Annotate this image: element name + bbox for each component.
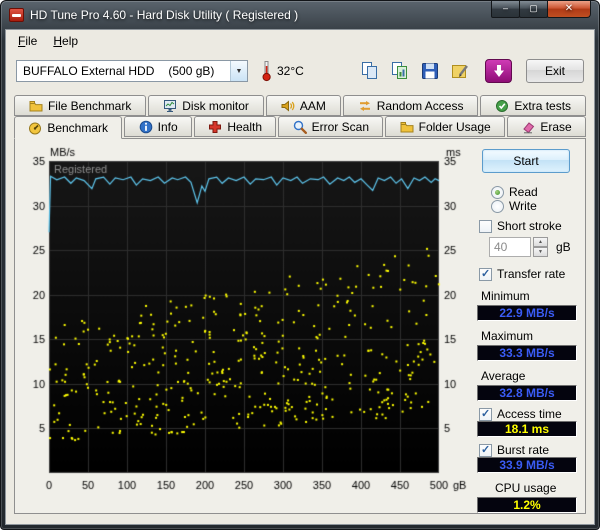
short-stroke-input[interactable] [489, 237, 531, 257]
write-radio[interactable]: Write [491, 199, 577, 213]
short-stroke-size: ▲ ▼ gB [489, 237, 577, 257]
copy-icon [360, 61, 380, 81]
transfer-rate-checkbox[interactable]: Transfer rate [479, 267, 577, 281]
drive-select[interactable]: BUFFALO External HDD (500 gB) ▼ [16, 60, 248, 82]
tab-erase[interactable]: Erase [507, 116, 586, 137]
tab-row-bottom: Benchmark Info Health [6, 116, 594, 139]
benchmark-page: Start Read Write Short stroke [14, 138, 586, 514]
edit-options-icon [450, 61, 470, 81]
burst-rate-checkbox-box[interactable] [479, 444, 492, 457]
tab-info[interactable]: Info [124, 116, 192, 137]
average-value: 32.8 MB/s [477, 385, 577, 401]
app-icon [9, 8, 24, 22]
start-button[interactable]: Start [482, 149, 570, 173]
maximum-value: 33.3 MB/s [477, 345, 577, 361]
minimize-button[interactable]: – [491, 1, 520, 18]
drive-size: (500 gB) [168, 64, 214, 78]
burst-rate-value: 33.9 MB/s [477, 457, 577, 473]
speaker-icon [281, 99, 295, 113]
menu-file[interactable]: File [10, 32, 45, 50]
folder-icon [400, 120, 414, 134]
tab-random-access[interactable]: Random Access [343, 95, 479, 116]
access-time-checkbox-box[interactable] [479, 408, 492, 421]
download-arrow-icon [492, 64, 506, 78]
client-area: File Help BUFFALO External HDD (500 gB) … [5, 29, 595, 525]
eraser-icon [521, 120, 535, 134]
close-button[interactable]: ✕ [547, 1, 591, 18]
capture-button[interactable] [485, 59, 512, 83]
thermometer-icon [260, 60, 273, 82]
tab-folder-usage[interactable]: Folder Usage [385, 116, 505, 137]
cpu-usage-label: CPU usage [495, 481, 577, 495]
monitor-icon [163, 99, 177, 113]
temperature-value: 32°C [277, 64, 304, 78]
short-stroke-unit: gB [556, 240, 571, 254]
access-time-value: 18.1 ms [477, 421, 577, 437]
short-stroke-checkbox[interactable]: Short stroke [479, 219, 577, 233]
spin-up-icon[interactable]: ▲ [533, 237, 548, 247]
minimum-value: 22.9 MB/s [477, 305, 577, 321]
temperature-indicator: 32°C [260, 60, 304, 82]
copy-image-icon [390, 61, 410, 81]
chevron-down-icon[interactable]: ▼ [230, 61, 247, 81]
tab-file-benchmark[interactable]: File Benchmark [14, 95, 146, 116]
menu-bar: File Help [6, 30, 594, 51]
extra-tests-icon [495, 99, 509, 113]
spin-down-icon[interactable]: ▼ [533, 247, 548, 257]
magnifier-icon [293, 120, 307, 134]
read-radio-circle[interactable] [491, 186, 504, 199]
tab-extra-tests[interactable]: Extra tests [480, 95, 586, 116]
toolbar-buttons [356, 59, 473, 84]
benchmark-chart [19, 145, 473, 497]
save-icon [420, 61, 440, 81]
tab-benchmark[interactable]: Benchmark [14, 116, 122, 139]
copy-button[interactable] [356, 59, 383, 84]
burst-rate-checkbox[interactable]: Burst rate [479, 443, 577, 457]
short-stroke-checkbox-box[interactable] [479, 220, 492, 233]
window-controls: – ▢ ✕ [492, 1, 591, 18]
read-radio[interactable]: Read [491, 185, 577, 199]
average-label: Average [481, 369, 577, 383]
exit-button[interactable]: Exit [526, 59, 584, 83]
info-icon [139, 120, 153, 134]
tab-row-top: File Benchmark Disk monitor AAM [6, 95, 594, 116]
minimum-label: Minimum [481, 289, 577, 303]
edit-options-button[interactable] [446, 59, 473, 84]
chart-area [15, 139, 473, 513]
random-access-icon [358, 99, 372, 113]
titlebar: HD Tune Pro 4.60 - Hard Disk Utility ( R… [1, 1, 599, 29]
tab-disk-monitor[interactable]: Disk monitor [148, 95, 264, 116]
short-stroke-spinner: ▲ ▼ [533, 237, 548, 257]
save-button[interactable] [416, 59, 443, 84]
hdtune-window: HD Tune Pro 4.60 - Hard Disk Utility ( R… [0, 0, 600, 530]
write-radio-circle[interactable] [491, 200, 504, 213]
window-title: HD Tune Pro 4.60 - Hard Disk Utility ( R… [30, 8, 298, 22]
maximum-label: Maximum [481, 329, 577, 343]
benchmark-gauge-icon [28, 121, 42, 135]
tab-error-scan[interactable]: Error Scan [278, 116, 383, 137]
drive-name: BUFFALO External HDD [23, 64, 154, 78]
menu-help[interactable]: Help [45, 32, 86, 50]
folder-chart-icon [29, 99, 43, 113]
tab-health[interactable]: Health [194, 116, 276, 137]
transfer-rate-checkbox-box[interactable] [479, 268, 492, 281]
maximize-button[interactable]: ▢ [519, 1, 548, 18]
health-cross-icon [208, 120, 222, 134]
copy-image-button[interactable] [386, 59, 413, 84]
access-time-checkbox[interactable]: Access time [479, 407, 577, 421]
benchmark-controls: Start Read Write Short stroke [473, 139, 585, 513]
tab-aam[interactable]: AAM [266, 95, 341, 116]
cpu-usage-value: 1.2% [477, 497, 577, 513]
toolbar: BUFFALO External HDD (500 gB) ▼ 32°C [6, 51, 594, 91]
